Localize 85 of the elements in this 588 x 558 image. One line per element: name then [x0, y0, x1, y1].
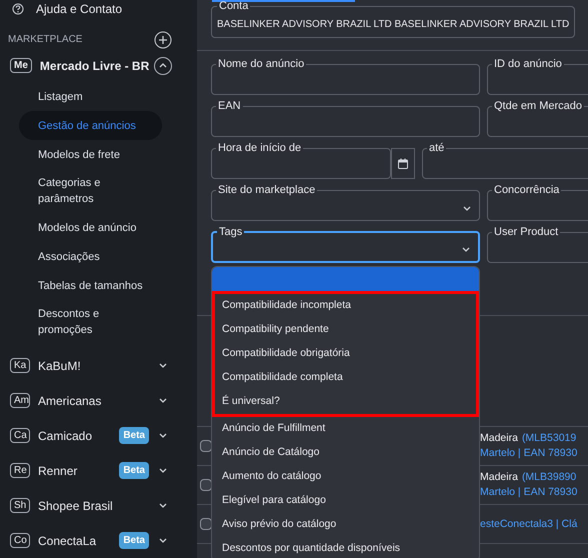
beta-badge: Beta — [119, 532, 149, 550]
chevron-down-icon — [462, 247, 470, 252]
select-field[interactable]: Site do marketplace — [211, 184, 480, 221]
beta-badge: Beta — [119, 427, 149, 444]
submenu-item[interactable]: Categorias e parâmetros — [19, 169, 162, 214]
marketplace-badge: Ca — [10, 428, 30, 444]
marketplace-name[interactable]: Americanas — [38, 392, 159, 410]
chevron-down-icon — [463, 206, 471, 210]
marketplace-name[interactable]: Camicado — [38, 426, 120, 445]
account-value: BASELINKER ADVISORY BRAZIL LTD BASELINKER ADVISORY BRAZIL LTD — [217, 18, 570, 32]
submenu-item[interactable]: Tabelas de tamanhos — [19, 271, 162, 300]
row-checkbox[interactable] — [200, 518, 212, 530]
calendar-button[interactable] — [391, 148, 415, 179]
marketplace-badge: Am — [10, 393, 30, 408]
dropdown-option[interactable]: Compatibility pendente — [215, 318, 476, 342]
field-label: ID do anúncio — [493, 58, 563, 70]
dropdown-option[interactable]: Compatibilidade obrigatória — [215, 342, 476, 366]
input-field[interactable]: até — [422, 142, 588, 179]
listing-title: Madeira — [480, 470, 518, 485]
dropdown-option[interactable]: É universal? — [215, 390, 476, 414]
marketplace-badge: Me — [10, 58, 32, 74]
dropdown-option[interactable]: Elegível para catálogo — [212, 489, 479, 513]
plus-icon[interactable] — [154, 30, 172, 49]
marketplace-badge: Ka — [10, 358, 30, 374]
field-label: até — [428, 142, 446, 154]
chevron-down-icon — [159, 433, 167, 438]
beta-badge: Beta — [119, 462, 149, 480]
submenu-item[interactable]: Modelos de frete — [19, 140, 162, 170]
marketplace-name[interactable]: Shopee Brasil — [38, 496, 159, 515]
chevron-down-icon — [159, 538, 167, 544]
marketplace-name[interactable]: Renner — [38, 462, 120, 480]
field-label: Tags — [218, 226, 244, 238]
submenu-item[interactable]: Associações — [19, 242, 162, 272]
chevron-down-icon — [159, 398, 167, 404]
sidebar-item[interactable]: Ajuda e Contato — [0, 0, 197, 19]
submenu-item[interactable]: Descontos e promoções — [19, 300, 162, 344]
marketplace-name[interactable]: Mercado Livre - BR — [40, 56, 154, 75]
field-label: Hora de início de — [217, 142, 302, 154]
dropdown-option[interactable]: Descontos por quantidade disponíveis — [212, 537, 479, 558]
input-field[interactable]: User Product — [487, 226, 588, 263]
field-label: User Product — [493, 226, 560, 238]
submenu-item[interactable]: Modelos de anúncio — [19, 213, 162, 242]
row-checkbox[interactable] — [200, 440, 212, 452]
submenu-item[interactable]: Gestão de anúncios — [19, 111, 162, 140]
field-label: Concorrência — [493, 184, 560, 196]
section-title: MARKETPLACE — [8, 33, 82, 48]
listing-details: Martelo | EAN 78930 — [480, 446, 578, 461]
input-field[interactable]: EAN — [211, 100, 480, 137]
chevron-up-icon — [159, 63, 167, 68]
input-field[interactable]: Concorrência — [487, 184, 588, 221]
dropdown-option[interactable]: Compatibilidade completa — [215, 366, 476, 390]
marketplace-badge: Sh — [10, 498, 30, 514]
input-field[interactable]: ID do anúncio — [487, 58, 588, 95]
input-field[interactable]: Nome do anúncio — [211, 58, 480, 95]
calendar-icon — [398, 158, 408, 169]
input-field[interactable]: Hora de início de — [211, 142, 391, 179]
submenu-item[interactable]: Listagem — [19, 82, 162, 112]
chevron-down-icon — [159, 468, 167, 474]
marketplace-name[interactable]: ConectaLa — [38, 532, 120, 550]
chevron-down-icon — [159, 363, 167, 368]
dropdown-option[interactable]: Compatibilidade incompleta — [215, 294, 476, 318]
marketplace-badge: Co — [10, 533, 30, 548]
marketplace-badge: Re — [10, 463, 30, 478]
dropdown-option[interactable]: Anúncio de Catálogo — [212, 441, 479, 465]
select-field[interactable]: Tags — [211, 226, 480, 263]
input-field[interactable]: Qtde em Mercado — [487, 100, 588, 137]
dropdown-option[interactable]: Aumento do catálogo — [212, 465, 479, 489]
marketplace-name[interactable]: KaBuM! — [38, 356, 159, 375]
account-field[interactable]: Conta BASELINKER ADVISORY BRAZIL LTD BASELINKER ADVISORY BRAZIL LTD — [211, 0, 575, 38]
listing-title: Madeira — [480, 431, 518, 446]
field-label: EAN — [217, 100, 242, 112]
help-icon — [12, 3, 24, 16]
field-label: Conta — [218, 0, 250, 12]
chevron-down-icon — [159, 503, 167, 508]
dropdown-option[interactable]: Anúncio de Fulfillment — [212, 417, 479, 441]
dropdown-option[interactable]: Aviso prévio do catálogo — [212, 513, 479, 537]
listing-details: Martelo | EAN 78930 — [480, 485, 578, 500]
field-label: Nome do anúncio — [217, 58, 306, 70]
listing-details: esteConectala3 | Clá — [480, 516, 578, 532]
field-label: Site do marketplace — [217, 184, 316, 196]
listing-id-link[interactable]: (MLB39890 — [522, 470, 576, 485]
row-checkbox[interactable] — [200, 479, 212, 491]
listing-id-link[interactable]: (MLB53019 — [522, 431, 576, 446]
collapse-button[interactable] — [154, 56, 172, 75]
field-label: Qtde em Mercado — [493, 100, 584, 112]
